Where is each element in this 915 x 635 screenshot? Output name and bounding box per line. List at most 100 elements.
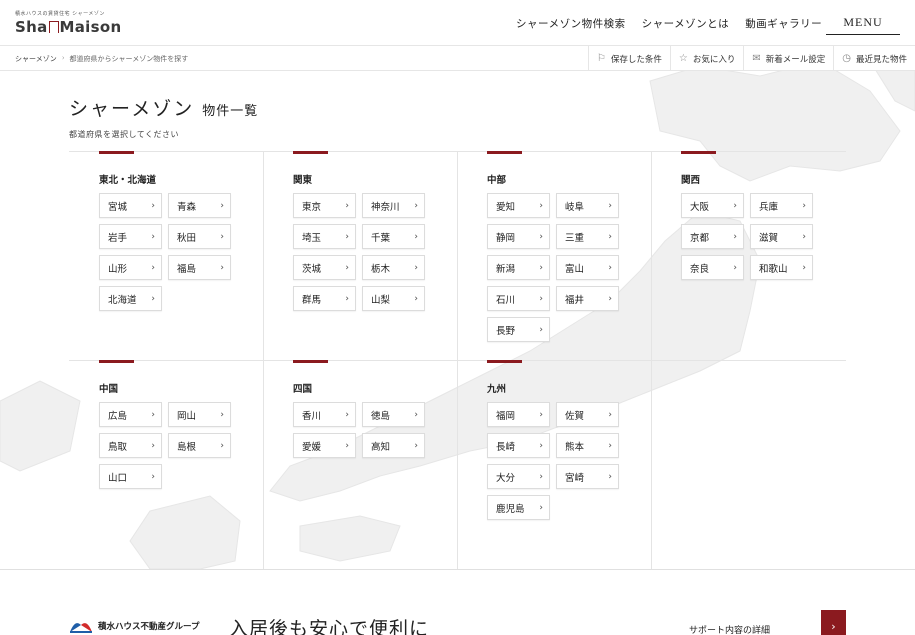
- prefecture-label: 大阪: [690, 201, 710, 213]
- clock-icon: ◷: [842, 53, 851, 64]
- chevron-right-icon: ›: [345, 200, 349, 211]
- prefecture-button[interactable]: 山梨 ›: [362, 286, 425, 311]
- page-heading: シャーメゾン 物件一覧 都道府県を選択してください: [69, 94, 258, 140]
- prefecture-button[interactable]: 富山 ›: [556, 255, 619, 280]
- support-banner: 積水ハウス不動産グループ 入居後も安心で便利に サポート内容の詳細 ›: [0, 569, 915, 635]
- prefecture-label: 群馬: [302, 294, 322, 306]
- prefecture-button[interactable]: 東京 ›: [293, 193, 356, 218]
- prefecture-button[interactable]: 三重 ›: [556, 224, 619, 249]
- chevron-right-icon: ›: [220, 440, 224, 451]
- prefecture-button[interactable]: 佐賀 ›: [556, 402, 619, 427]
- nav-video-gallery[interactable]: 動画ギャラリー: [745, 16, 822, 31]
- prefecture-list: 東京 › 神奈川 › 埼玉 › 千葉 › 茨城 › 栃木 › 群馬 › 山梨 ›: [293, 193, 433, 311]
- chevron-right-icon: ›: [414, 231, 418, 242]
- prefecture-label: 滋賀: [759, 232, 779, 244]
- logo-tagline: 積水ハウスの賃貸住宅 シャーメゾン: [15, 11, 105, 17]
- prefecture-button[interactable]: 千葉 ›: [362, 224, 425, 249]
- prefecture-button[interactable]: 滋賀 ›: [750, 224, 813, 249]
- prefecture-button[interactable]: 熊本 ›: [556, 433, 619, 458]
- utility-links: ⚐ 保存した条件 ☆ お気に入り ✉ 新着メール設定 ◷ 最近見た物件: [587, 46, 915, 71]
- grid-divider: [263, 151, 264, 569]
- chevron-right-icon: ›: [539, 200, 543, 211]
- prefecture-button[interactable]: 群馬 ›: [293, 286, 356, 311]
- prefecture-button[interactable]: 神奈川 ›: [362, 193, 425, 218]
- chevron-right-icon: ›: [345, 231, 349, 242]
- prefecture-button[interactable]: 栃木 ›: [362, 255, 425, 280]
- chevron-right-icon: ›: [151, 200, 155, 211]
- recently-viewed-link[interactable]: ◷ 最近見た物件: [833, 46, 915, 71]
- prefecture-button[interactable]: 山口 ›: [99, 464, 162, 489]
- sharmaison-logo[interactable]: 積水ハウスの賃貸住宅 シャーメゾン Sha Maison: [15, 10, 121, 36]
- prefecture-label: 福岡: [496, 410, 516, 422]
- prefecture-button[interactable]: 愛媛 ›: [293, 433, 356, 458]
- prefecture-button[interactable]: 香川 ›: [293, 402, 356, 427]
- prefecture-button[interactable]: 大分 ›: [487, 464, 550, 489]
- prefecture-button[interactable]: 島根 ›: [168, 433, 231, 458]
- prefecture-button[interactable]: 岩手 ›: [99, 224, 162, 249]
- chevron-right-icon: ›: [414, 293, 418, 304]
- prefecture-button[interactable]: 和歌山 ›: [750, 255, 813, 280]
- prefecture-button[interactable]: 長野 ›: [487, 317, 550, 342]
- prefecture-button[interactable]: 奈良 ›: [681, 255, 744, 280]
- chevron-right-icon: ›: [539, 262, 543, 273]
- prefecture-button[interactable]: 徳島 ›: [362, 402, 425, 427]
- prefecture-label: 愛媛: [302, 441, 322, 453]
- chevron-right-icon: ›: [608, 409, 612, 420]
- prefecture-button[interactable]: 長崎 ›: [487, 433, 550, 458]
- nav-about[interactable]: シャーメゾンとは: [642, 16, 730, 31]
- prefecture-button[interactable]: 福島 ›: [168, 255, 231, 280]
- prefecture-button[interactable]: 埼玉 ›: [293, 224, 356, 249]
- prefecture-button[interactable]: 岐阜 ›: [556, 193, 619, 218]
- saved-conditions-link[interactable]: ⚐ 保存した条件: [587, 46, 670, 71]
- prefecture-button[interactable]: 福岡 ›: [487, 402, 550, 427]
- menu-button[interactable]: MENU: [826, 11, 900, 35]
- prefecture-button[interactable]: 秋田 ›: [168, 224, 231, 249]
- new-mail-settings-link[interactable]: ✉ 新着メール設定: [743, 46, 833, 71]
- region-name: 四国: [293, 384, 313, 395]
- support-arrow-button[interactable]: ›: [821, 610, 846, 635]
- prefecture-button[interactable]: 鹿児島 ›: [487, 495, 550, 520]
- prefecture-label: 奈良: [690, 263, 710, 275]
- prefecture-button[interactable]: 高知 ›: [362, 433, 425, 458]
- prefecture-button[interactable]: 宮城 ›: [99, 193, 162, 218]
- global-nav: シャーメゾン物件検索 シャーメゾンとは 動画ギャラリー: [516, 16, 822, 31]
- favorites-label: お気に入り: [692, 54, 736, 65]
- prefecture-label: 福井: [565, 294, 585, 306]
- prefecture-label: 埼玉: [302, 232, 322, 244]
- chevron-right-icon: ›: [733, 231, 737, 242]
- favorites-link[interactable]: ☆ お気に入り: [669, 46, 743, 71]
- prefecture-button[interactable]: 愛知 ›: [487, 193, 550, 218]
- support-details-link[interactable]: サポート内容の詳細: [689, 623, 770, 635]
- prefecture-label: 兵庫: [759, 201, 779, 213]
- prefecture-list: 大阪 › 兵庫 › 京都 › 滋賀 › 奈良 › 和歌山 ›: [681, 193, 821, 280]
- prefecture-button[interactable]: 京都 ›: [681, 224, 744, 249]
- prefecture-label: 秋田: [177, 232, 197, 244]
- prefecture-button[interactable]: 青森 ›: [168, 193, 231, 218]
- sekisui-group-logo-icon: [70, 623, 92, 633]
- prefecture-button[interactable]: 広島 ›: [99, 402, 162, 427]
- prefecture-label: 徳島: [371, 410, 391, 422]
- prefecture-button[interactable]: 大阪 ›: [681, 193, 744, 218]
- chevron-right-icon: ›: [414, 262, 418, 273]
- prefecture-button[interactable]: 福井 ›: [556, 286, 619, 311]
- prefecture-label: 石川: [496, 294, 516, 306]
- page-title-small: 物件一覧: [202, 104, 259, 119]
- prefecture-button[interactable]: 石川 ›: [487, 286, 550, 311]
- prefecture-button[interactable]: 鳥取 ›: [99, 433, 162, 458]
- prefecture-button[interactable]: 山形 ›: [99, 255, 162, 280]
- prefecture-button[interactable]: 北海道 ›: [99, 286, 162, 311]
- region-name: 東北・北海道: [99, 175, 157, 186]
- chevron-right-icon: ›: [539, 409, 543, 420]
- prefecture-button[interactable]: 静岡 ›: [487, 224, 550, 249]
- breadcrumb-home[interactable]: シャーメゾン: [15, 54, 57, 64]
- nav-property-search[interactable]: シャーメゾン物件検索: [516, 16, 626, 31]
- prefecture-button[interactable]: 新潟 ›: [487, 255, 550, 280]
- prefecture-button[interactable]: 宮崎 ›: [556, 464, 619, 489]
- region-accent-bar: [99, 151, 134, 154]
- prefecture-button[interactable]: 岡山 ›: [168, 402, 231, 427]
- chevron-right-icon: ›: [802, 231, 806, 242]
- chevron-right-icon: ›: [151, 440, 155, 451]
- prefecture-button[interactable]: 兵庫 ›: [750, 193, 813, 218]
- prefecture-button[interactable]: 茨城 ›: [293, 255, 356, 280]
- prefecture-label: 島根: [177, 441, 197, 453]
